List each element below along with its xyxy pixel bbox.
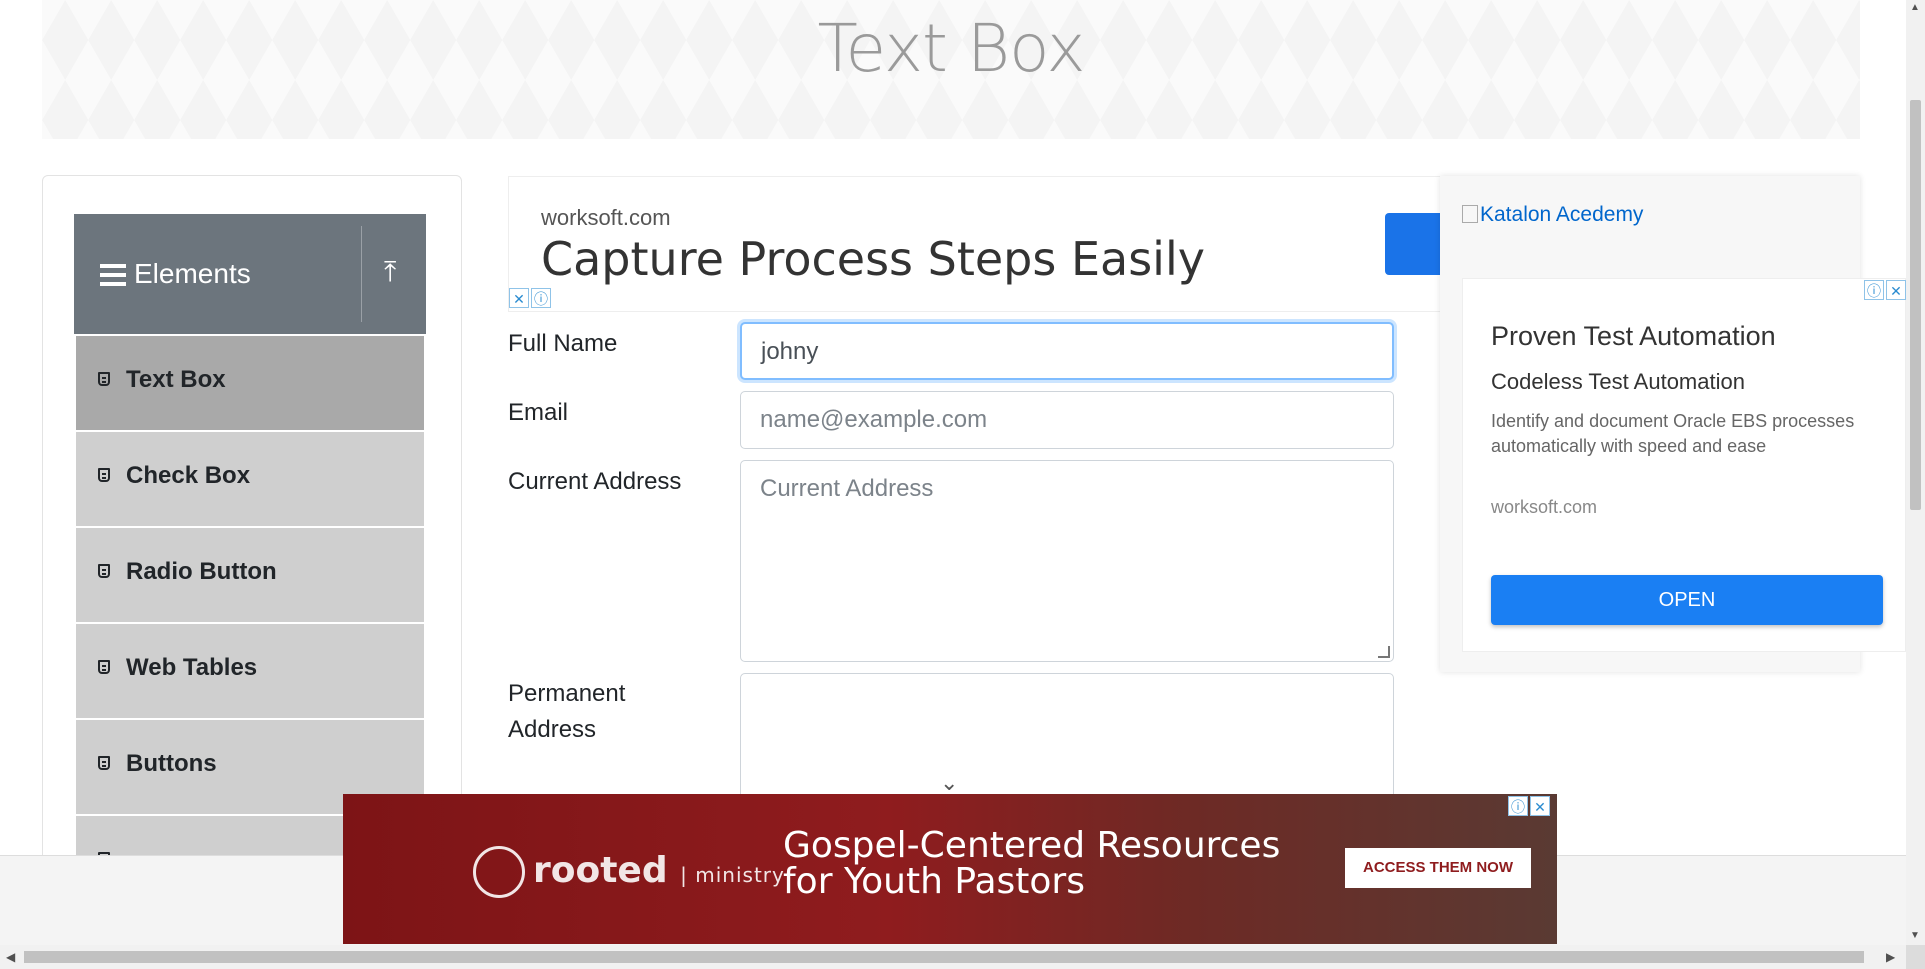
scroll-left-icon[interactable]: ◀ (6, 950, 15, 964)
html5-icon (98, 756, 110, 770)
ad-tagline: Gospel-Centered Resources for Youth Past… (783, 828, 1280, 900)
scroll-down-icon[interactable]: ▼ (1910, 930, 1920, 941)
html5-icon (98, 660, 110, 674)
info-icon[interactable]: ⓘ (1864, 280, 1884, 300)
ad-site: worksoft.com (1491, 497, 1598, 517)
upload-arrow-icon[interactable]: ⤒ (384, 256, 396, 289)
current-address-placeholder: Current Address (760, 475, 934, 502)
tagline-line2: for Youth Pastors (783, 861, 1085, 902)
katalon-ad-alt-text: Katalon Acedemy (1480, 203, 1644, 226)
broken-image-icon (1462, 205, 1478, 223)
brand-sub: | ministry (680, 863, 785, 887)
top-banner-ad[interactable]: worksoft.com Capture Process Steps Easil… (508, 176, 1442, 312)
email-label: Email (508, 399, 569, 426)
rooted-seal-icon (473, 846, 525, 898)
resize-handle[interactable] (1378, 646, 1390, 658)
permanent-address-label-line1: Permanent (508, 680, 626, 707)
sidebar-group-title: Elements (134, 258, 251, 289)
permanent-address-label-line2: Address (508, 716, 597, 743)
sidebar-item-web-tables[interactable]: Web Tables (76, 624, 424, 720)
info-icon[interactable]: ⓘ (531, 288, 551, 308)
horizontal-scrollbar[interactable]: ◀ ▶ (0, 945, 1906, 969)
scrollbar-corner (1906, 945, 1925, 969)
tagline-line1: Gospel-Centered Resources (783, 825, 1281, 866)
sidebar-item-label: Buttons (126, 750, 217, 777)
hamburger-icon (100, 264, 126, 286)
sidebar-item-check-box[interactable]: Check Box (76, 432, 424, 528)
scroll-right-icon[interactable]: ▶ (1886, 950, 1895, 964)
brand-name: rooted (533, 850, 668, 891)
current-address-textarea[interactable]: Current Address (740, 460, 1394, 662)
bottom-banner-ad[interactable]: rooted | ministry Gospel-Centered Resour… (343, 794, 1557, 944)
header-divider (361, 226, 362, 322)
html5-icon (98, 372, 110, 386)
open-button[interactable]: OPEN (1491, 575, 1883, 625)
full-name-label: Full Name (508, 330, 618, 357)
sidebar-item-label: Check Box (126, 462, 251, 489)
sidebar-item-text-box[interactable]: Text Box (76, 336, 424, 432)
ad-subheading: Codeless Test Automation (1491, 369, 1745, 394)
ad-cta-button[interactable] (1385, 213, 1441, 275)
horizontal-scroll-thumb[interactable] (24, 951, 1864, 963)
current-address-label: Current Address (508, 468, 682, 495)
sidebar-item-label: Web Tables (126, 654, 258, 681)
info-icon[interactable]: ⓘ (1508, 796, 1528, 816)
full-name-input[interactable]: johny (740, 322, 1394, 380)
sidebar-item-radio-button[interactable]: Radio Button (76, 528, 424, 624)
permanent-address-textarea[interactable] (740, 673, 1394, 813)
adchoices-right[interactable]: ⓘ ✕ (1864, 280, 1906, 300)
ad-heading[interactable]: Proven Test Automation (1491, 321, 1776, 352)
right-ad-card[interactable]: Proven Test Automation Codeless Test Aut… (1462, 278, 1906, 652)
vertical-scroll-thumb[interactable] (1910, 100, 1921, 510)
ad-headline[interactable]: Capture Process Steps Easily (541, 232, 1205, 286)
ad-site: worksoft.com (541, 205, 671, 230)
html5-icon (98, 468, 110, 482)
scroll-up-icon[interactable]: ▲ (1910, 2, 1920, 13)
close-icon[interactable]: ✕ (1886, 280, 1906, 300)
sidebar-item-label: Radio Button (126, 558, 277, 585)
html5-icon (98, 564, 110, 578)
access-them-now-button[interactable]: ACCESS THEM NOW (1345, 848, 1531, 888)
vertical-scrollbar[interactable]: ▲ ▼ (1906, 0, 1925, 945)
adchoices-top[interactable]: ✕ ⓘ (509, 288, 551, 308)
permanent-address-label: Permanent Address (508, 676, 625, 748)
sidebar-group-header-elements[interactable]: Elements ⤒ (74, 214, 426, 334)
close-icon[interactable]: ✕ (1530, 796, 1550, 816)
sidebar-item-label: Text Box (126, 366, 226, 393)
page-title: Text Box (817, 10, 1085, 87)
rooted-logo: rooted | ministry (473, 846, 785, 898)
katalon-ad-image[interactable]: Katalon Acedemy (1462, 203, 1643, 227)
ad-description: Identify and document Oracle EBS process… (1491, 411, 1855, 456)
adchoices-bottom[interactable]: ⓘ ✕ (1508, 796, 1550, 816)
email-input[interactable]: name@example.com (740, 391, 1394, 449)
chevron-down-icon[interactable]: ⌄ (940, 770, 958, 796)
close-icon[interactable]: ✕ (509, 288, 529, 308)
